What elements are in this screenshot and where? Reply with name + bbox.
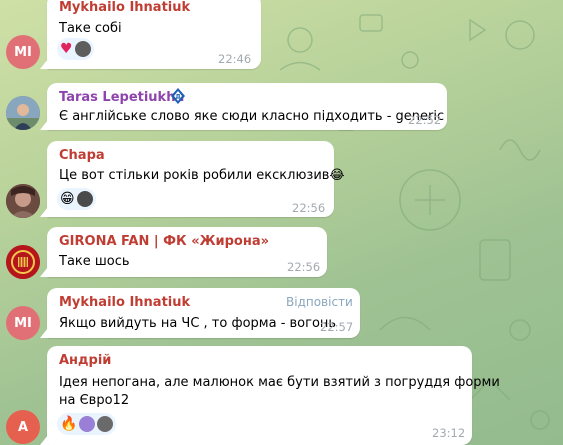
svg-text:Д: Д [175, 94, 180, 101]
reactions: ♥ [57, 38, 94, 60]
message-text: Таке собі [59, 21, 122, 36]
message-time: 23:12 [432, 426, 466, 440]
reaction-pill[interactable]: 😁 [57, 188, 96, 210]
message-time: 22:56 [292, 201, 326, 215]
message-bubble[interactable]: Mykhailo Ihnatiuk Відповісти Якщо вийдут… [47, 288, 360, 338]
dynamo-kyiv-badge-icon: Д [171, 88, 185, 108]
message-bubble[interactable]: Taras Lepetiukha Д Є англійське слово як… [47, 83, 447, 130]
message-time: 22:57 [320, 320, 354, 334]
avatar[interactable]: A [6, 410, 40, 444]
sender-name[interactable]: Chapa [59, 148, 105, 163]
avatar[interactable] [6, 245, 40, 279]
fire-emoji-icon: 🔥 [60, 416, 78, 432]
message-text: Якщо вийдуть на ЧС , то форма - вогонь [59, 316, 337, 331]
reactor-avatar [79, 416, 96, 432]
message-bubble[interactable]: GIRONA FAN | ФК «Жирона» Таке шось 22:56 [47, 227, 327, 277]
message-bubble[interactable]: Андрій Ідея непогана, але малюнок має бу… [47, 346, 500, 445]
reply-button[interactable]: Відповісти [286, 295, 353, 309]
reactions: 😁 [57, 188, 96, 210]
girona-logo-icon [6, 245, 40, 279]
reactor-avatar [74, 41, 91, 57]
sender-name[interactable]: Taras Lepetiukha [59, 90, 184, 105]
message-time: 22:52 [408, 113, 442, 127]
message-text: Є англійське слово яке сюди класно підхо… [59, 109, 445, 124]
message-time: 22:46 [218, 52, 252, 66]
sender-name[interactable]: Андрій [59, 353, 111, 368]
message-bubble[interactable]: Mykhailo Ihnatiuk Таке собі ♥ 22:46 [47, 0, 261, 69]
reaction-pill[interactable]: ♥ [57, 38, 94, 60]
reactor-avatar [76, 191, 93, 207]
message-text: Таке шось [59, 254, 130, 269]
reactor-avatar [97, 416, 114, 432]
message-text: Ідея непогана, але малюнок має бути взят… [59, 375, 500, 390]
reaction-pill[interactable]: 🔥 [57, 413, 117, 435]
reactions: 🔥 [57, 413, 117, 435]
avatar[interactable]: MI [6, 306, 40, 340]
sender-name[interactable]: Mykhailo Ihnatiuk [59, 295, 190, 310]
avatar[interactable] [6, 184, 40, 218]
message-text: Це вот стільки років робили ексклюзив😂 [59, 168, 345, 183]
avatar[interactable] [6, 96, 40, 130]
user-photo-icon [6, 96, 40, 130]
message-bubble[interactable]: Chapa Це вот стільки років робили ексклю… [47, 141, 345, 217]
heart-emoji-icon: ♥ [60, 41, 73, 57]
sender-name[interactable]: GIRONA FAN | ФК «Жирона» [59, 234, 269, 249]
avatar[interactable]: MI [6, 35, 40, 69]
grin-emoji-icon: 😁 [60, 191, 75, 207]
message-text: на Євро12 [59, 393, 130, 408]
message-time: 22:56 [287, 260, 321, 274]
user-photo-icon [6, 184, 40, 218]
sender-name[interactable]: Mykhailo Ihnatiuk [59, 0, 190, 15]
